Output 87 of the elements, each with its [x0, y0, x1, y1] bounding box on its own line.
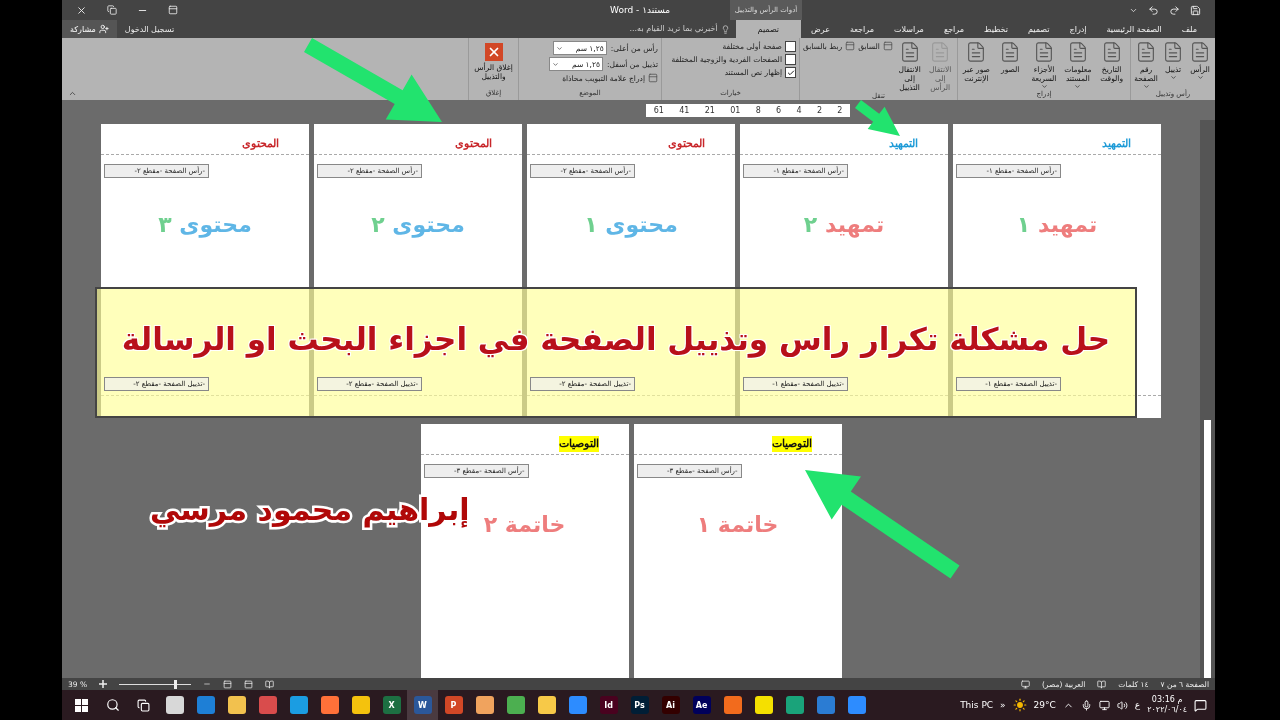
lightbulb-icon	[720, 24, 730, 34]
taskbar-app-button[interactable]: Ae	[686, 690, 717, 720]
print-layout-icon[interactable]	[244, 679, 254, 689]
ruler-number: 61	[653, 105, 664, 115]
ribbon-tab[interactable]: عرض	[801, 20, 840, 38]
header-title: التمهيد	[889, 136, 918, 152]
app-icon: Ai	[661, 696, 680, 714]
zoom-in-icon[interactable]	[99, 680, 108, 688]
ribbon-tab[interactable]: الصفحة الرئيسية	[1096, 20, 1172, 38]
ribbon-tab[interactable]: تصميم	[735, 20, 802, 38]
header-title: التوصيات	[558, 436, 599, 452]
restore-icon[interactable]	[107, 4, 117, 16]
toolbar-overflow[interactable]: »	[1000, 700, 1006, 710]
document-icon	[1189, 41, 1211, 63]
window-title: مستند١ - Word	[610, 5, 670, 15]
body-text: محتوى ١	[584, 212, 678, 237]
ruler-number: 8	[755, 105, 761, 115]
clock-time: م 03:16	[1151, 695, 1183, 705]
document-icon	[1162, 41, 1184, 63]
ribbon-tab[interactable]: تصميم	[1018, 20, 1060, 38]
display-icon[interactable]	[1020, 679, 1030, 689]
body-text: خاتمة ٢	[483, 512, 566, 537]
share-button[interactable]: مشاركة	[62, 20, 117, 38]
undo-icon[interactable]	[1148, 4, 1159, 16]
app-icon: Id	[599, 696, 618, 714]
header-title: التوصيات	[771, 436, 812, 452]
read-mode-icon[interactable]	[265, 679, 275, 689]
taskbar-app-button[interactable]: Ps	[624, 690, 655, 720]
checkbox[interactable]	[785, 41, 796, 52]
document-icon	[1135, 41, 1157, 63]
notifications-icon[interactable]	[1194, 698, 1207, 712]
ribbon-tab[interactable]: إدراج	[1059, 20, 1097, 38]
ruler-number: 21	[704, 105, 715, 115]
close-icon	[484, 43, 503, 61]
save-icon[interactable]	[1190, 4, 1201, 16]
app-icon: X	[382, 696, 401, 714]
taskbar-app-button[interactable]: X	[376, 690, 407, 720]
ruler-number: 4	[796, 105, 802, 115]
ruler-number: 41	[679, 105, 690, 115]
ribbon-tab[interactable]: تخطيط	[974, 20, 1018, 38]
close-icon[interactable]	[76, 4, 87, 16]
volume-icon[interactable]	[1116, 699, 1128, 711]
ruler-number: 01	[730, 105, 741, 115]
web-layout-icon[interactable]	[223, 679, 233, 689]
app-icon: Ae	[692, 696, 711, 714]
taskbar-app-button[interactable]: P	[438, 690, 469, 720]
temperature: 29°C	[1033, 700, 1056, 710]
checkbox[interactable]	[785, 67, 796, 78]
share-icon	[98, 24, 109, 34]
taskbar-app-button[interactable]: Id	[593, 690, 624, 720]
ribbon-tab[interactable]: مراسلات	[883, 20, 934, 38]
body-text: محتوى ٣	[158, 212, 252, 237]
header-title: المحتوى	[668, 136, 705, 152]
header-title: المحتوى	[242, 136, 279, 152]
arrow	[855, 100, 900, 136]
this-pc-label[interactable]: This PC	[960, 700, 994, 710]
microphone-icon[interactable]	[1080, 699, 1092, 711]
zoom-thumb[interactable]	[174, 679, 178, 689]
ribbon-tab[interactable]: مراجعة	[839, 20, 884, 38]
sun-icon[interactable]	[1012, 698, 1027, 712]
redo-icon[interactable]	[1169, 4, 1180, 16]
header-title: التمهيد	[1102, 136, 1131, 152]
ribbon-tab[interactable]: ملف	[1171, 20, 1207, 38]
network-icon[interactable]	[1098, 699, 1110, 711]
app-icon: Ps	[630, 696, 649, 714]
collapse-ribbon-icon[interactable]	[68, 89, 77, 98]
tell-me-field[interactable]: أخبرني بما تريد القيام به...	[537, 21, 718, 37]
proofing-icon[interactable]	[1097, 679, 1107, 689]
document-icon	[1033, 41, 1055, 63]
banner-title: حل مشكلة تكرار راس وتذييل الصفحة في اجزاء البحث او الرسالة	[121, 320, 1111, 357]
ruler-number: 2	[816, 105, 822, 115]
ruler-number: 2	[837, 105, 843, 115]
app-icon: W	[413, 696, 432, 714]
ruler-number: 6	[776, 105, 782, 115]
app-icon: P	[444, 696, 463, 714]
clock-date: ٢٠٢٢/٠٦/٠٤	[1147, 705, 1187, 715]
header-title: المحتوى	[455, 136, 492, 152]
body-text: تمهيد ٢	[803, 212, 885, 237]
body-text: تمهيد ١	[1016, 212, 1098, 237]
checkbox[interactable]	[785, 54, 796, 65]
taskbar-app-button[interactable]: Ai	[655, 690, 686, 720]
body-text: محتوى ٢	[371, 212, 465, 237]
ribbon-display-icon[interactable]	[168, 4, 178, 16]
taskbar-app-button[interactable]: W	[407, 690, 438, 720]
input-language[interactable]: ع	[1134, 700, 1141, 710]
ribbon-tab[interactable]: مراجع	[933, 20, 975, 38]
body-text: خاتمة ١	[696, 512, 779, 537]
